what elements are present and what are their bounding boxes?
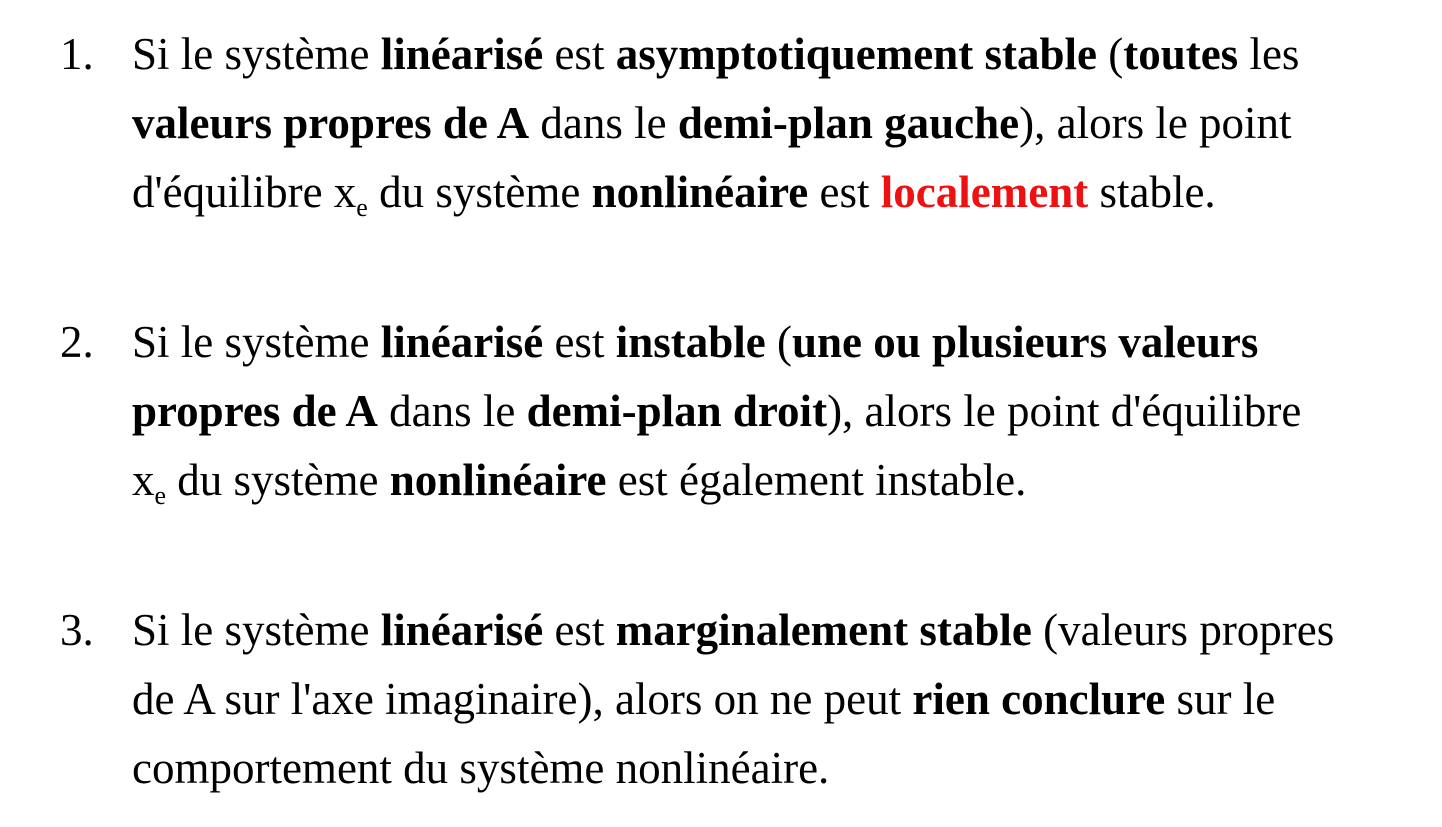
text-run: d'équilibre x [132,167,357,217]
text-line: d'équilibre xe du système nonlinéaire es… [132,158,1422,227]
text-run: ( [1096,29,1124,79]
text-line: Si le système linéarisé est asymptotique… [132,20,1422,89]
text-run: sur le [1165,674,1276,724]
bold-run: rien conclure [912,674,1166,724]
text-run: Si le système [132,605,381,655]
text-line: Si le système linéarisé est marginalemen… [132,596,1422,665]
bold-run: asymptotiquement stable [615,29,1097,79]
text-line: comportement du système nonlinéaire. [132,734,1422,803]
text-run: de A sur l'axe imaginaire), alors on ne … [132,674,913,724]
text-run: du système [166,455,390,505]
text-line: Si le système linéarisé est instable (un… [132,308,1422,377]
text-run: est [543,605,616,655]
text-run: Si le système [132,317,381,367]
list-item-text: Si le système linéarisé est asymptotique… [132,20,1422,227]
text-run: est également instable. [606,455,1027,505]
text-run: est [808,167,881,217]
subscript: e [356,193,368,222]
bold-run: nonlinéaire [389,455,607,505]
bold-run: propres de A [132,386,378,436]
text-run: ( [765,317,792,367]
bold-run: demi-plan droit [526,386,828,436]
text-run: les [1238,29,1300,79]
subscript: e [154,481,167,510]
text-run: (valeurs propres [1031,605,1335,655]
bold-run: valeurs propres de A [132,98,530,148]
bold-run: marginalement stable [615,605,1032,655]
text-line: xe du système nonlinéaire est également … [132,446,1422,515]
list-number: 2. [60,317,94,367]
text-line: de A sur l'axe imaginaire), alors on ne … [132,665,1422,734]
text-run: dans le [529,98,678,148]
highlighted-run: localement [880,167,1089,217]
bold-run: linéarisé [380,29,544,79]
list-item-text: Si le système linéarisé est instable (un… [132,308,1422,515]
text-run: dans le [377,386,527,436]
text-run: Si le système [132,29,381,79]
text-run: stable. [1088,167,1216,217]
text-run: du système [367,167,592,217]
list-number: 3. [60,605,94,655]
bold-run: nonlinéaire [591,167,809,217]
text-run: ), alors le point d'équilibre [827,386,1302,436]
text-run: x [132,455,155,505]
document-page: 1. Si le système linéarisé est asymptoti… [0,0,1442,827]
text-run: ), alors le point [1019,98,1292,148]
text-run: comportement du système nonlinéaire. [132,743,830,793]
bold-run: linéarisé [380,317,544,367]
bold-run: toutes [1123,29,1239,79]
bold-run: une ou plusieurs valeurs [791,317,1259,367]
bold-run: demi-plan gauche [677,98,1020,148]
bold-run: linéarisé [380,605,544,655]
text-line: valeurs propres de A dans le demi-plan g… [132,89,1422,158]
list-number: 1. [60,29,94,79]
text-run: est [543,29,616,79]
text-run: est [543,317,616,367]
text-line: propres de A dans le demi-plan droit), a… [132,377,1422,446]
list-item-text: Si le système linéarisé est marginalemen… [132,596,1422,803]
bold-run: instable [615,317,766,367]
